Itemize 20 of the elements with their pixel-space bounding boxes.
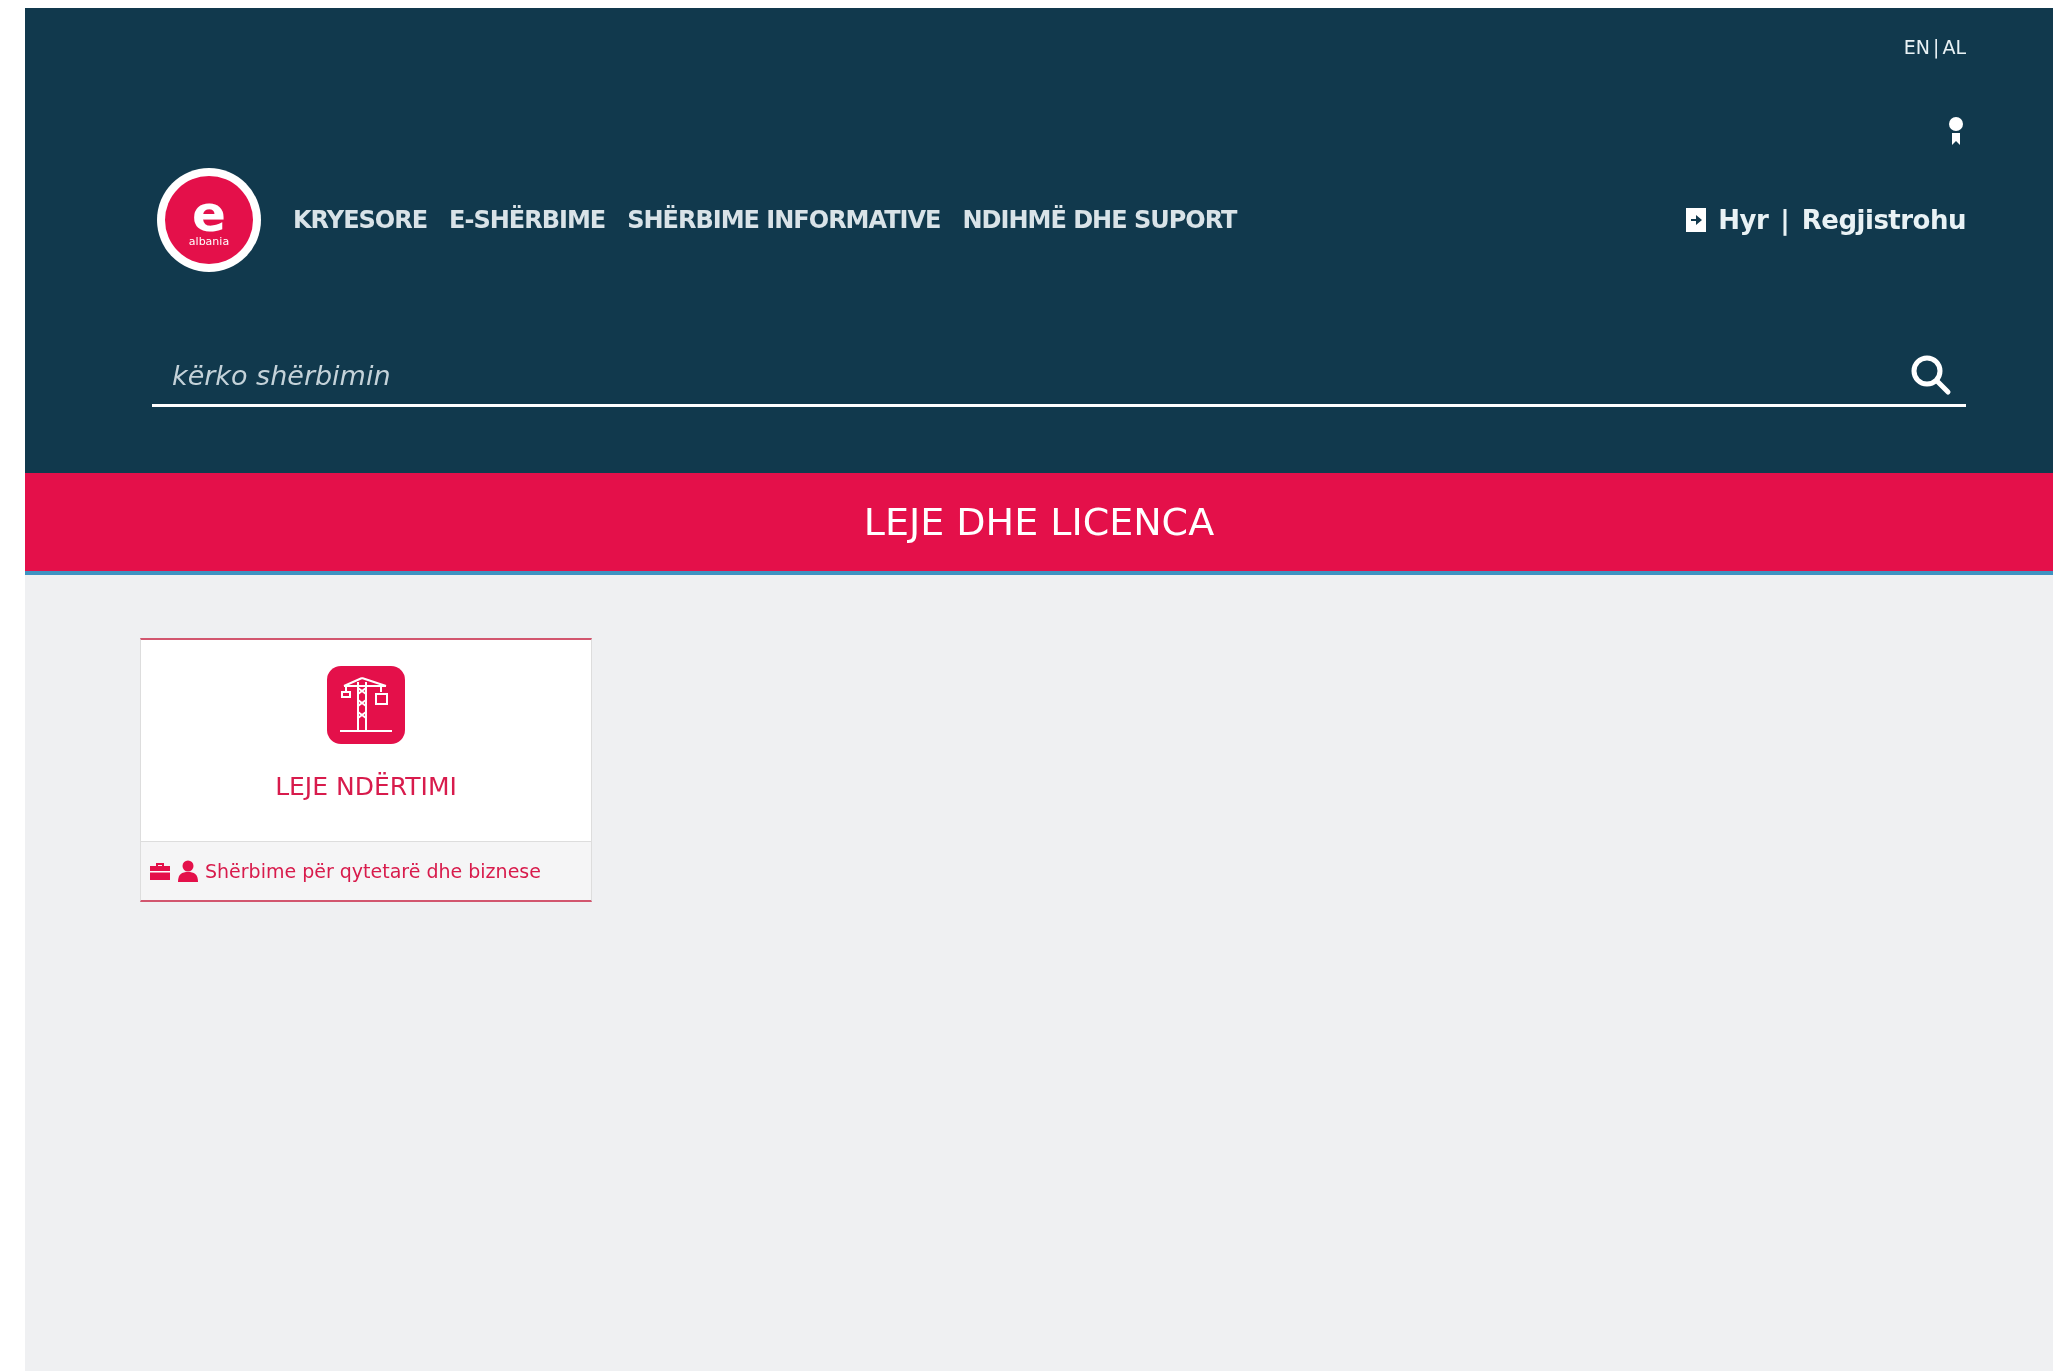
award-icon[interactable]	[1948, 116, 1964, 146]
register-link[interactable]: Regjistrohu	[1801, 205, 1966, 235]
person-icon	[177, 860, 199, 882]
separator: |	[1933, 36, 1940, 58]
separator: |	[1780, 205, 1790, 235]
service-card[interactable]: LEJE NDËRTIMI Shërbime për qytetarë dhe biznese	[140, 638, 592, 902]
page-title: LEJE DHE LICENCA	[863, 500, 1215, 544]
search-icon[interactable]	[1910, 354, 1952, 396]
language-link[interactable]: AL	[1942, 36, 1966, 58]
briefcase-icon	[149, 861, 171, 881]
nav-link[interactable]: E-SHËRBIME	[449, 206, 606, 234]
card-title: LEJE NDËRTIMI	[275, 772, 457, 801]
language-link[interactable]: EN	[1903, 36, 1930, 58]
card-audience: Shërbime për qytetarë dhe biznese	[205, 860, 541, 882]
login-link[interactable]: Hyr	[1718, 205, 1769, 235]
nav-link[interactable]: SHËRBIME INFORMATIVE	[627, 206, 941, 234]
nav-link[interactable]: KRYESORE	[293, 206, 428, 234]
nav-link[interactable]: NDIHMË DHE SUPORT	[962, 206, 1237, 234]
login-icon	[1686, 208, 1707, 232]
search-field[interactable]: kërko shërbimin	[170, 358, 1910, 392]
